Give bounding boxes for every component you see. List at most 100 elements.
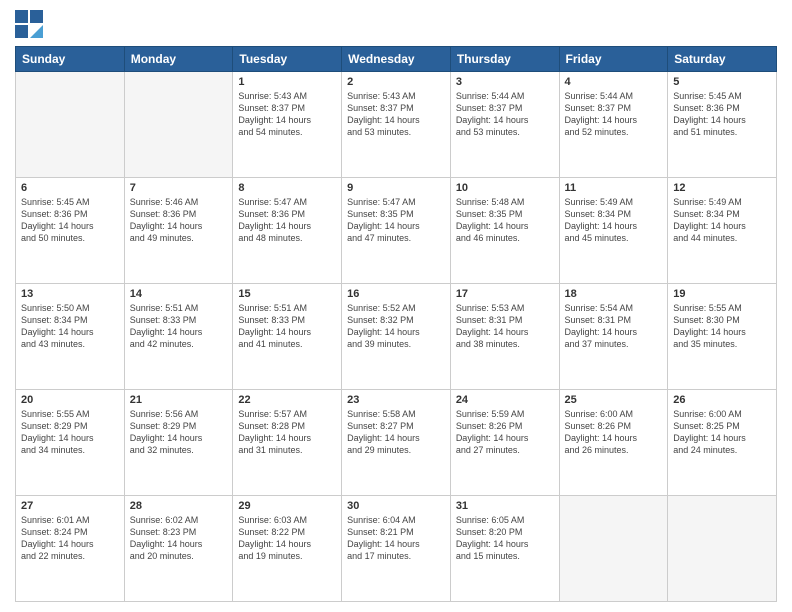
day-info: Sunrise: 5:54 AM Sunset: 8:31 PM Dayligh… — [565, 302, 663, 351]
day-info: Sunrise: 6:01 AM Sunset: 8:24 PM Dayligh… — [21, 514, 119, 563]
day-number: 10 — [456, 182, 554, 194]
calendar-cell: 17 Sunrise: 5:53 AM Sunset: 8:31 PM Dayli… — [450, 284, 559, 390]
day-info: Sunrise: 5:50 AM Sunset: 8:34 PM Dayligh… — [21, 302, 119, 351]
day-info: Sunrise: 5:59 AM Sunset: 8:26 PM Dayligh… — [456, 408, 554, 457]
calendar-cell: 18Sunrise: 5:54 AM Sunset: 8:31 PM Dayli… — [559, 284, 668, 390]
calendar-cell: 31 Sunrise: 6:05 AM Sunset: 8:20 PM Dayli… — [450, 496, 559, 602]
calendar-cell: 6Sunrise: 5:45 AM Sunset: 8:36 PM Daylig… — [16, 178, 125, 284]
week-row-2: 6Sunrise: 5:45 AM Sunset: 8:36 PM Daylig… — [16, 178, 777, 284]
day-number: 16 — [347, 288, 445, 300]
day-info: Sunrise: 5:46 AM Sunset: 8:36 PM Dayligh… — [130, 196, 228, 245]
logo — [15, 10, 47, 38]
day-number: 11 — [565, 182, 663, 194]
calendar-cell: 25 Sunrise: 6:00 AM Sunset: 8:26 PM Dayli… — [559, 390, 668, 496]
day-info: Sunrise: 5:51 AM Sunset: 8:33 PM Dayligh… — [130, 302, 228, 351]
day-number: 20 — [21, 394, 119, 406]
day-number: 31 — [456, 500, 554, 512]
calendar-cell: 2 Sunrise: 5:43 AM Sunset: 8:37 PM Daylig… — [342, 72, 451, 178]
day-number: 7 — [130, 182, 228, 194]
day-number: 24 — [456, 394, 554, 406]
calendar-cell — [559, 496, 668, 602]
calendar-cell: 4 Sunrise: 5:44 AM Sunset: 8:37 PM Daylig… — [559, 72, 668, 178]
page: SundayMondayTuesdayWednesdayThursdayFrid… — [0, 0, 792, 612]
day-info: Sunrise: 5:55 AM Sunset: 8:30 PM Dayligh… — [673, 302, 771, 351]
day-number: 17 — [456, 288, 554, 300]
calendar-cell: 13 Sunrise: 5:50 AM Sunset: 8:34 PM Dayli… — [16, 284, 125, 390]
day-info: Sunrise: 5:47 AM Sunset: 8:36 PM Dayligh… — [238, 196, 336, 245]
day-info: Sunrise: 6:03 AM Sunset: 8:22 PM Dayligh… — [238, 514, 336, 563]
week-row-1: 1 Sunrise: 5:43 AM Sunset: 8:37 PM Daylig… — [16, 72, 777, 178]
calendar-cell: 19 Sunrise: 5:55 AM Sunset: 8:30 PM Dayli… — [668, 284, 777, 390]
day-info: Sunrise: 5:55 AM Sunset: 8:29 PM Dayligh… — [21, 408, 119, 457]
day-number: 22 — [238, 394, 336, 406]
day-number: 12 — [673, 182, 771, 194]
calendar-cell: 29 Sunrise: 6:03 AM Sunset: 8:22 PM Dayli… — [233, 496, 342, 602]
logo-icon — [15, 10, 43, 38]
day-header-monday: Monday — [124, 47, 233, 72]
day-number: 19 — [673, 288, 771, 300]
calendar-cell: 30Sunrise: 6:04 AM Sunset: 8:21 PM Dayli… — [342, 496, 451, 602]
day-number: 25 — [565, 394, 663, 406]
day-info: Sunrise: 6:00 AM Sunset: 8:25 PM Dayligh… — [673, 408, 771, 457]
day-info: Sunrise: 6:04 AM Sunset: 8:21 PM Dayligh… — [347, 514, 445, 563]
day-number: 13 — [21, 288, 119, 300]
calendar-cell: 9Sunrise: 5:47 AM Sunset: 8:35 PM Daylig… — [342, 178, 451, 284]
day-info: Sunrise: 5:52 AM Sunset: 8:32 PM Dayligh… — [347, 302, 445, 351]
calendar-cell: 10 Sunrise: 5:48 AM Sunset: 8:35 PM Dayli… — [450, 178, 559, 284]
day-info: Sunrise: 5:57 AM Sunset: 8:28 PM Dayligh… — [238, 408, 336, 457]
calendar-cell: 7 Sunrise: 5:46 AM Sunset: 8:36 PM Daylig… — [124, 178, 233, 284]
day-number: 3 — [456, 76, 554, 88]
calendar-cell: 8 Sunrise: 5:47 AM Sunset: 8:36 PM Daylig… — [233, 178, 342, 284]
day-info: Sunrise: 5:43 AM Sunset: 8:37 PM Dayligh… — [238, 90, 336, 139]
calendar-cell: 28 Sunrise: 6:02 AM Sunset: 8:23 PM Dayli… — [124, 496, 233, 602]
calendar-cell — [124, 72, 233, 178]
day-number: 26 — [673, 394, 771, 406]
calendar-cell: 12 Sunrise: 5:49 AM Sunset: 8:34 PM Dayli… — [668, 178, 777, 284]
calendar: SundayMondayTuesdayWednesdayThursdayFrid… — [15, 46, 777, 602]
calendar-cell: 14 Sunrise: 5:51 AM Sunset: 8:33 PM Dayli… — [124, 284, 233, 390]
calendar-cell — [16, 72, 125, 178]
day-info: Sunrise: 5:43 AM Sunset: 8:37 PM Dayligh… — [347, 90, 445, 139]
day-number: 23 — [347, 394, 445, 406]
day-header-saturday: Saturday — [668, 47, 777, 72]
calendar-cell: 1 Sunrise: 5:43 AM Sunset: 8:37 PM Daylig… — [233, 72, 342, 178]
day-number: 1 — [238, 76, 336, 88]
calendar-cell: 26 Sunrise: 6:00 AM Sunset: 8:25 PM Dayli… — [668, 390, 777, 496]
day-info: Sunrise: 5:49 AM Sunset: 8:34 PM Dayligh… — [673, 196, 771, 245]
day-number: 21 — [130, 394, 228, 406]
day-info: Sunrise: 5:44 AM Sunset: 8:37 PM Dayligh… — [565, 90, 663, 139]
day-info: Sunrise: 5:53 AM Sunset: 8:31 PM Dayligh… — [456, 302, 554, 351]
day-number: 27 — [21, 500, 119, 512]
day-info: Sunrise: 6:00 AM Sunset: 8:26 PM Dayligh… — [565, 408, 663, 457]
day-number: 4 — [565, 76, 663, 88]
day-number: 8 — [238, 182, 336, 194]
day-info: Sunrise: 5:49 AM Sunset: 8:34 PM Dayligh… — [565, 196, 663, 245]
calendar-cell: 27 Sunrise: 6:01 AM Sunset: 8:24 PM Dayli… — [16, 496, 125, 602]
calendar-cell: 16 Sunrise: 5:52 AM Sunset: 8:32 PM Dayli… — [342, 284, 451, 390]
calendar-cell: 5Sunrise: 5:45 AM Sunset: 8:36 PM Daylig… — [668, 72, 777, 178]
day-header-thursday: Thursday — [450, 47, 559, 72]
day-info: Sunrise: 5:58 AM Sunset: 8:27 PM Dayligh… — [347, 408, 445, 457]
day-number: 2 — [347, 76, 445, 88]
day-number: 14 — [130, 288, 228, 300]
calendar-cell: 11 Sunrise: 5:49 AM Sunset: 8:34 PM Dayli… — [559, 178, 668, 284]
day-number: 28 — [130, 500, 228, 512]
day-info: Sunrise: 6:02 AM Sunset: 8:23 PM Dayligh… — [130, 514, 228, 563]
day-number: 9 — [347, 182, 445, 194]
day-header-friday: Friday — [559, 47, 668, 72]
header — [15, 10, 777, 38]
day-number: 6 — [21, 182, 119, 194]
week-row-5: 27 Sunrise: 6:01 AM Sunset: 8:24 PM Dayli… — [16, 496, 777, 602]
day-info: Sunrise: 5:45 AM Sunset: 8:36 PM Dayligh… — [673, 90, 771, 139]
day-info: Sunrise: 5:51 AM Sunset: 8:33 PM Dayligh… — [238, 302, 336, 351]
day-header-sunday: Sunday — [16, 47, 125, 72]
calendar-cell: 21Sunrise: 5:56 AM Sunset: 8:29 PM Dayli… — [124, 390, 233, 496]
day-info: Sunrise: 5:48 AM Sunset: 8:35 PM Dayligh… — [456, 196, 554, 245]
day-info: Sunrise: 6:05 AM Sunset: 8:20 PM Dayligh… — [456, 514, 554, 563]
day-header-tuesday: Tuesday — [233, 47, 342, 72]
week-row-4: 20 Sunrise: 5:55 AM Sunset: 8:29 PM Dayli… — [16, 390, 777, 496]
week-row-3: 13 Sunrise: 5:50 AM Sunset: 8:34 PM Dayli… — [16, 284, 777, 390]
calendar-cell — [668, 496, 777, 602]
day-number: 29 — [238, 500, 336, 512]
day-header-wednesday: Wednesday — [342, 47, 451, 72]
